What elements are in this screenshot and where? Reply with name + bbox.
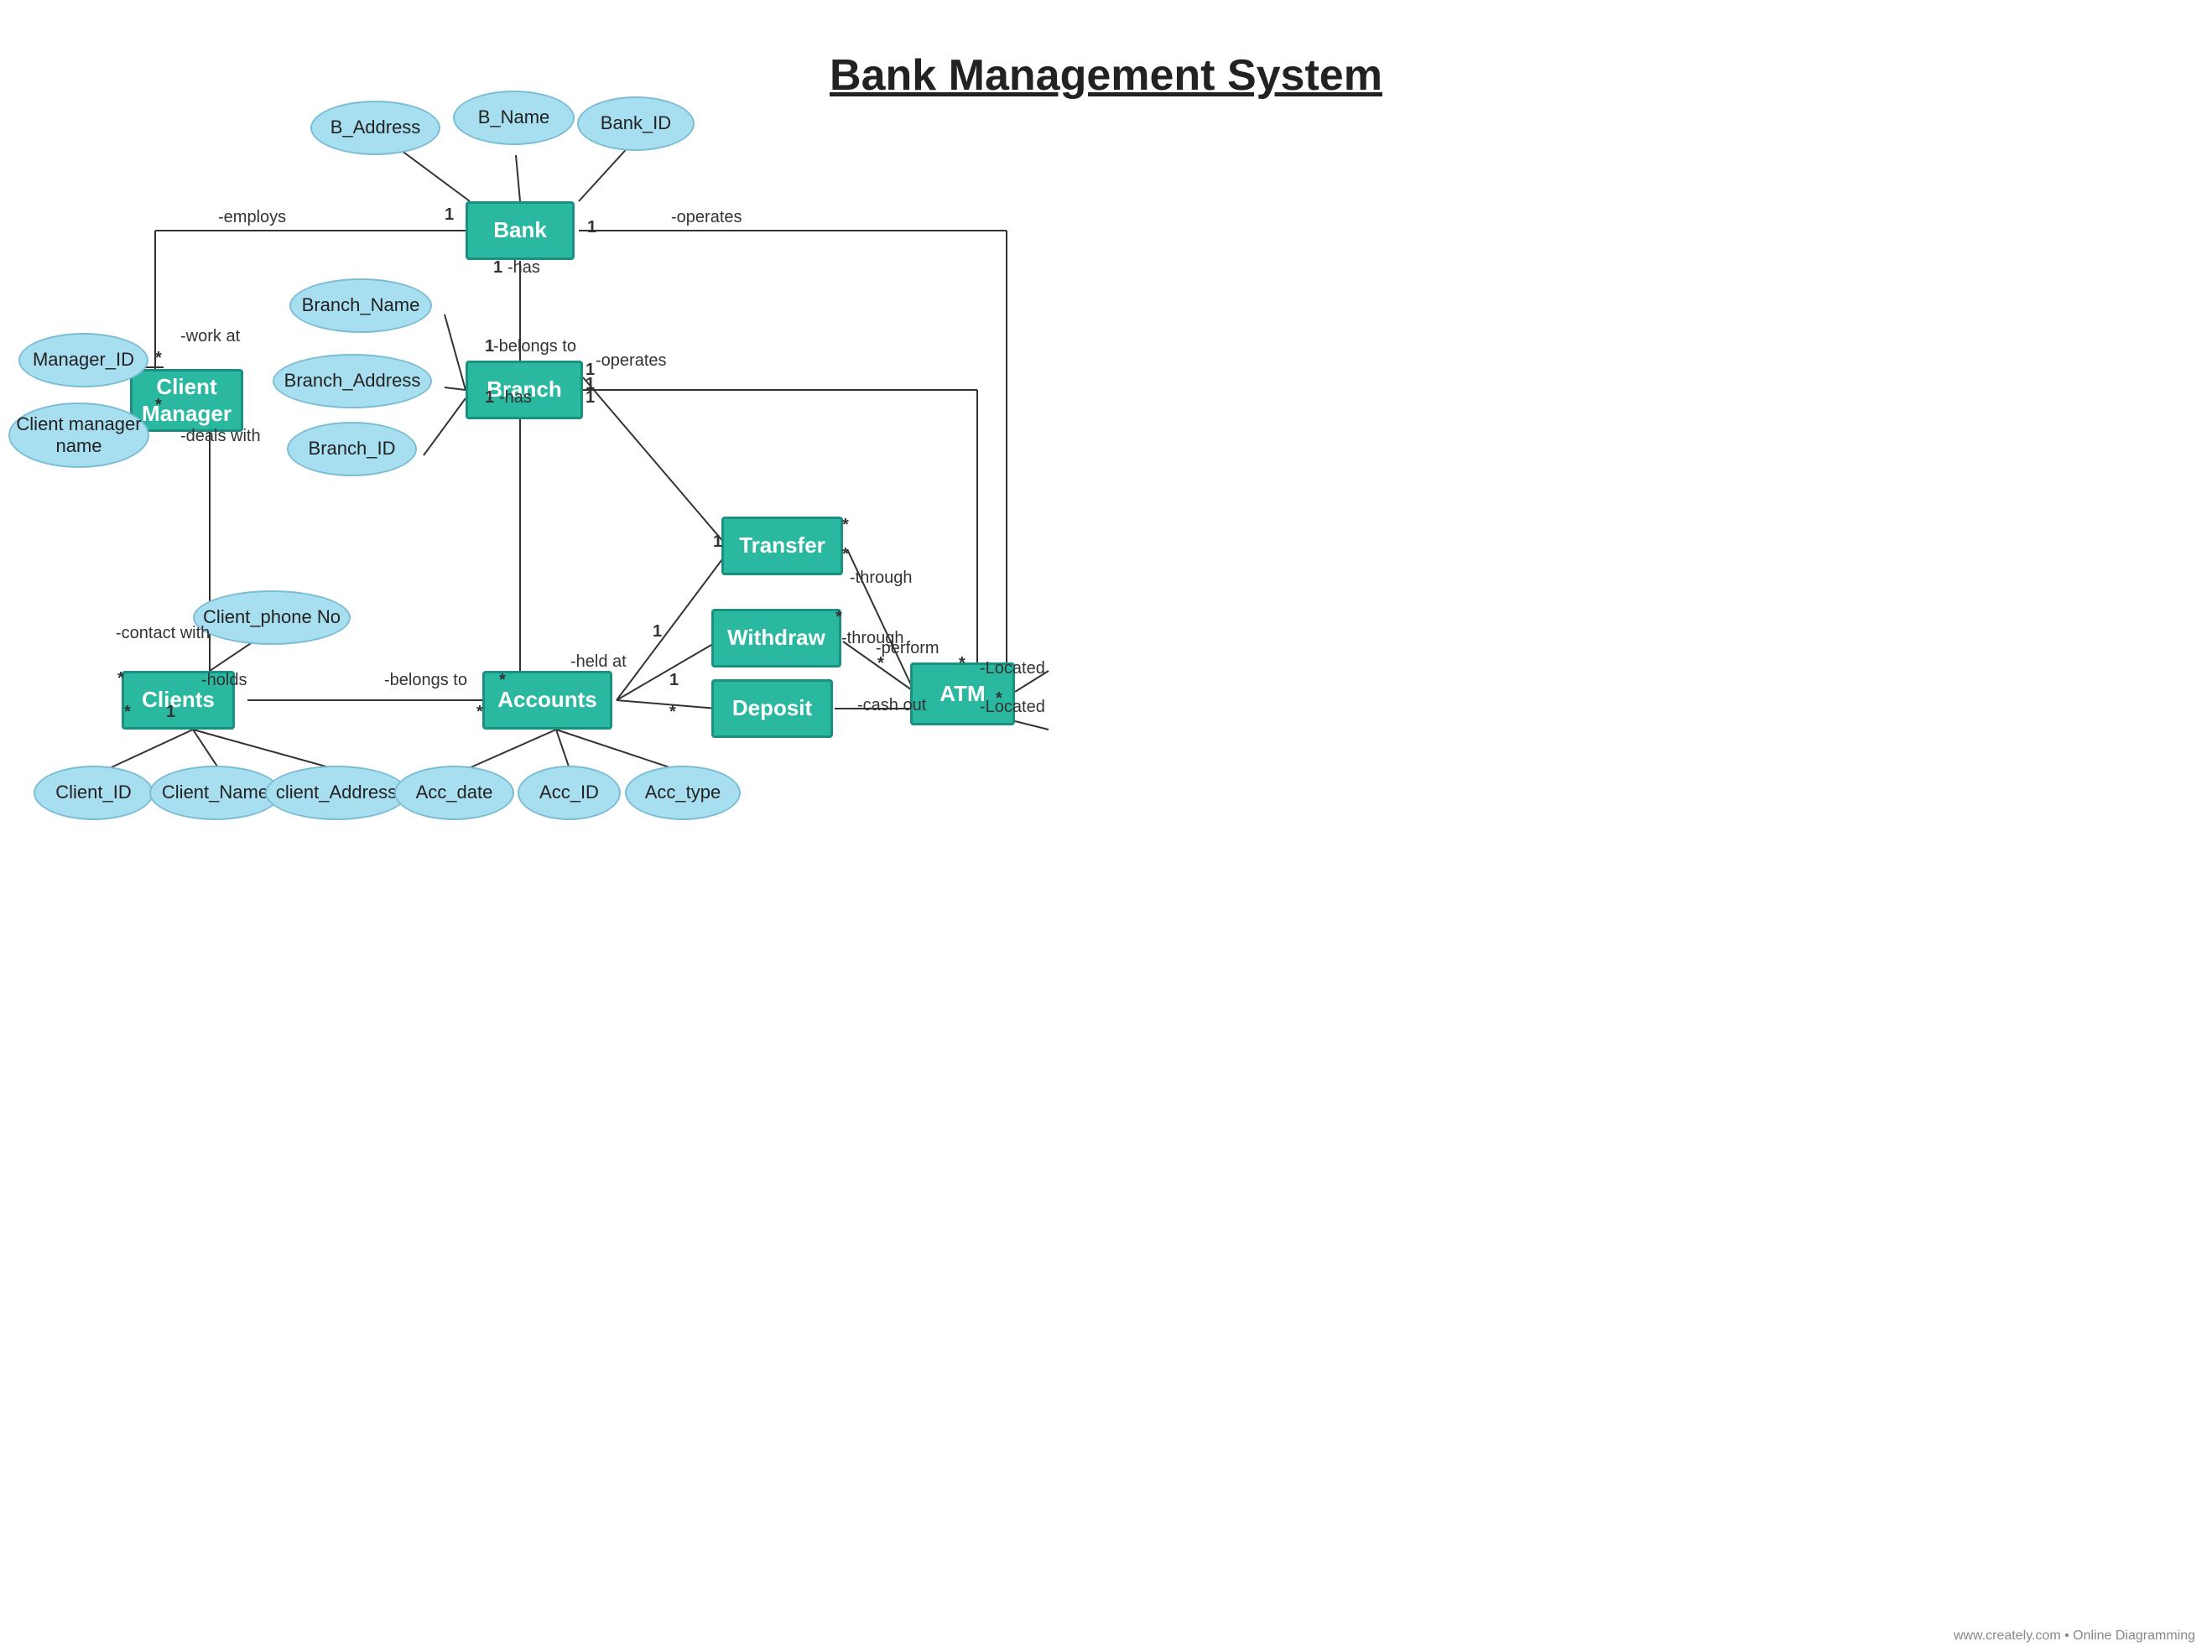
attr-acc-id: Acc_ID <box>518 766 621 820</box>
card-holds-1: 1 <box>166 703 175 722</box>
attr-manager-id: Manager_ID <box>18 333 148 387</box>
card-held-1: 1 <box>669 671 679 690</box>
card-transfer-star2: * <box>842 545 849 564</box>
rel-has-bank: -has <box>507 258 540 278</box>
card-operates-bank-1: 1 <box>587 218 596 237</box>
rel-belongs-to: -belongs to <box>493 337 576 356</box>
card-has-branch-1: 1 <box>485 388 494 408</box>
entity-bank: Bank <box>466 201 575 260</box>
attr-client-name: Client_Name <box>149 766 281 820</box>
rel-employs: -employs <box>218 208 286 227</box>
card-deposit-star: * <box>669 703 676 722</box>
card-belongs-acc-star: * <box>476 703 483 722</box>
attr-client-manager-name: Client managername <box>8 403 149 468</box>
rel-operates-branch: -operates <box>596 351 667 371</box>
card-belongs-1: 1 <box>485 337 494 356</box>
attr-bank-id: Bank_ID <box>577 96 695 151</box>
card-held-star: * <box>499 671 506 690</box>
rel-held-at: -held at <box>570 652 627 672</box>
attr-b-name: B_Name <box>453 91 575 145</box>
card-withdraw-star: * <box>835 608 842 627</box>
card-clients-star: * <box>124 703 131 722</box>
entity-deposit: Deposit <box>711 679 833 738</box>
card-transfer-1: 1 <box>713 532 722 552</box>
attr-acc-type: Acc_type <box>625 766 741 820</box>
card-deals-star: * <box>155 396 162 415</box>
card-perform-star1: * <box>877 654 884 673</box>
card-withdraw-1: 1 <box>653 622 662 642</box>
entity-transfer: Transfer <box>721 517 843 575</box>
entity-withdraw: Withdraw <box>711 609 841 668</box>
rel-operates-bank: -operates <box>671 208 742 227</box>
attr-branch-address: Branch_Address <box>273 354 432 408</box>
card-employs-1: 1 <box>445 205 454 225</box>
attr-client-phone: Client_phone No <box>193 590 351 645</box>
attr-client-address: client_Address <box>265 766 408 820</box>
rel-belongs-to-acc: -belongs to <box>384 671 467 690</box>
attr-branch-id: Branch_ID <box>287 422 417 476</box>
rel-through-transfer: -through <box>850 569 913 588</box>
rel-contact-with: -contact with <box>116 624 210 643</box>
rel-has-branch: -has <box>499 388 532 408</box>
attr-client-id: Client_ID <box>34 766 154 820</box>
attr-branch-name: Branch_Name <box>289 278 432 333</box>
card-has-bank-1: 1 <box>493 258 502 278</box>
rel-deals-with: -deals with <box>180 427 261 446</box>
card-perform-star2: * <box>959 654 965 673</box>
rel-perform: -perform <box>876 639 939 658</box>
watermark: www.creately.com • Online Diagramming <box>1954 1629 2195 1644</box>
entity-client-manager: ClientManager <box>130 369 243 432</box>
attr-b-address: B_Address <box>310 101 440 155</box>
rel-located2: -Located <box>980 698 1045 717</box>
attr-acc-date: Acc_date <box>394 766 514 820</box>
card-transfer-star: * <box>842 516 849 535</box>
card-work-star: * <box>155 349 162 368</box>
card-operates-branch-1c: 1 <box>586 388 595 408</box>
card-contact-star: * <box>117 669 124 688</box>
rel-located1: -Located <box>980 659 1045 678</box>
rel-holds: -holds <box>201 671 247 690</box>
rel-cash-out: -cash out <box>857 696 926 715</box>
rel-work-at: -work at <box>180 327 240 346</box>
page-title: Bank Management System <box>0 17 2212 101</box>
